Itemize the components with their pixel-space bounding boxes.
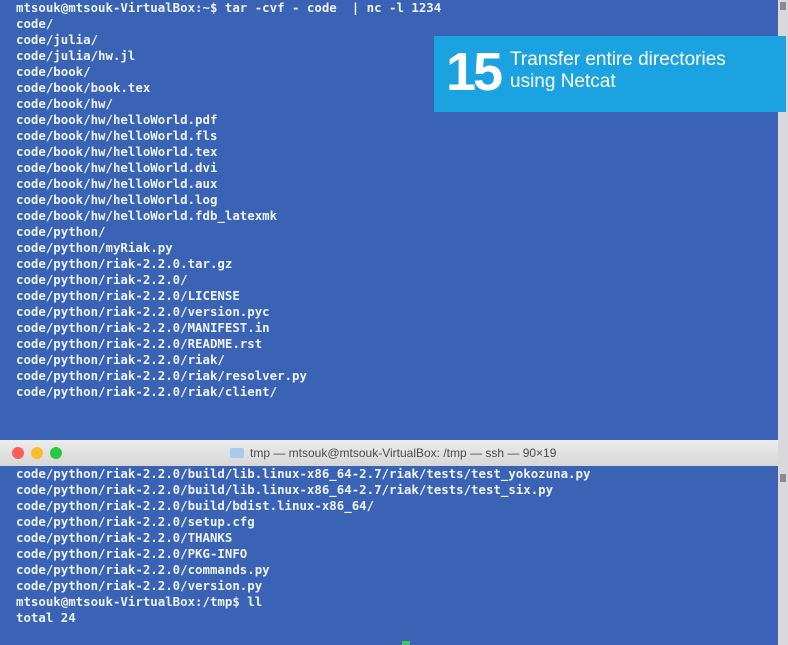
- terminal-line: code/python/riak-2.2.0/LICENSE: [16, 288, 240, 303]
- minimize-button[interactable]: [31, 447, 43, 459]
- window-title: tmp — mtsouk@mtsouk-VirtualBox: /tmp — s…: [230, 446, 556, 460]
- scroll-thumb-bottom[interactable]: [780, 474, 786, 482]
- terminal-line: code/python/riak-2.2.0/build/lib.linux-x…: [16, 466, 591, 481]
- terminal-line: code/python/riak-2.2.0/riak/client/: [16, 384, 278, 399]
- scroll-thumb-top[interactable]: [780, 2, 786, 10]
- terminal-line: code/python/riak-2.2.0/THANKS: [16, 530, 233, 545]
- terminal-line: code/python/myRiak.py: [16, 240, 173, 255]
- terminal-line: code/python/riak-2.2.0/build/bdist.linux…: [16, 498, 375, 513]
- terminal-line: code/python/riak-2.2.0/PKG-INFO: [16, 546, 248, 561]
- terminal-line: code/python/riak-2.2.0/README.rst: [16, 336, 263, 351]
- terminal-line: mtsouk@mtsouk-VirtualBox:/tmp$ ll: [16, 594, 263, 609]
- terminal-line: code/book/hw/helloWorld.dvi: [16, 160, 218, 175]
- terminal-line: code/python/riak-2.2.0/build/lib.linux-x…: [16, 482, 554, 497]
- terminal-line: code/python/riak-2.2.0.tar.gz: [16, 256, 233, 271]
- window-titlebar[interactable]: tmp — mtsouk@mtsouk-VirtualBox: /tmp — s…: [0, 440, 788, 467]
- terminal-cursor: [402, 641, 410, 645]
- terminal-line: code/book/hw/helloWorld.aux: [16, 176, 218, 191]
- terminal-line: mtsouk@mtsouk-VirtualBox:~$ tar -cvf - c…: [16, 0, 442, 15]
- terminal-line: code/book/hw/helloWorld.pdf: [16, 112, 218, 127]
- terminal-line: code/book/hw/helloWorld.log: [16, 192, 218, 207]
- close-button[interactable]: [12, 447, 24, 459]
- terminal-line: code/python/riak-2.2.0/version.pyc: [16, 304, 270, 319]
- terminal-line: code/book/hw/helloWorld.fls: [16, 128, 218, 143]
- terminal-line: code/book/hw/helloWorld.tex: [16, 144, 218, 159]
- terminal-line: code/python/: [16, 224, 106, 239]
- bottom-terminal-output[interactable]: code/python/riak-2.2.0/build/lib.linux-x…: [0, 466, 778, 645]
- window-title-text: tmp — mtsouk@mtsouk-VirtualBox: /tmp — s…: [250, 446, 557, 460]
- terminal-line: code/python/riak-2.2.0/riak/: [16, 352, 225, 367]
- terminal-line: total 24: [16, 610, 76, 625]
- terminal-line: code/python/riak-2.2.0/MANIFEST.in: [16, 320, 270, 335]
- terminal-line: code/: [16, 16, 54, 31]
- tip-title-line1: Transfer entire directories: [510, 49, 726, 70]
- terminal-line: code/book/hw/helloWorld.fdb_latexmk: [16, 208, 278, 223]
- tip-number: 15: [446, 42, 503, 102]
- terminal-line: code/python/riak-2.2.0/commands.py: [16, 562, 270, 577]
- terminal-line: code/python/riak-2.2.0/setup.cfg: [16, 514, 255, 529]
- tip-title-line2: using Netcat: [510, 71, 616, 92]
- zoom-button[interactable]: [50, 447, 62, 459]
- tip-badge: 15 Transfer entire directories using Net…: [434, 36, 786, 112]
- terminal-line: code/python/riak-2.2.0/: [16, 272, 188, 287]
- terminal-line: code/python/riak-2.2.0/riak/resolver.py: [16, 368, 307, 383]
- terminal-line: code/python/riak-2.2.0/version.py: [16, 578, 263, 593]
- folder-icon: [230, 448, 244, 458]
